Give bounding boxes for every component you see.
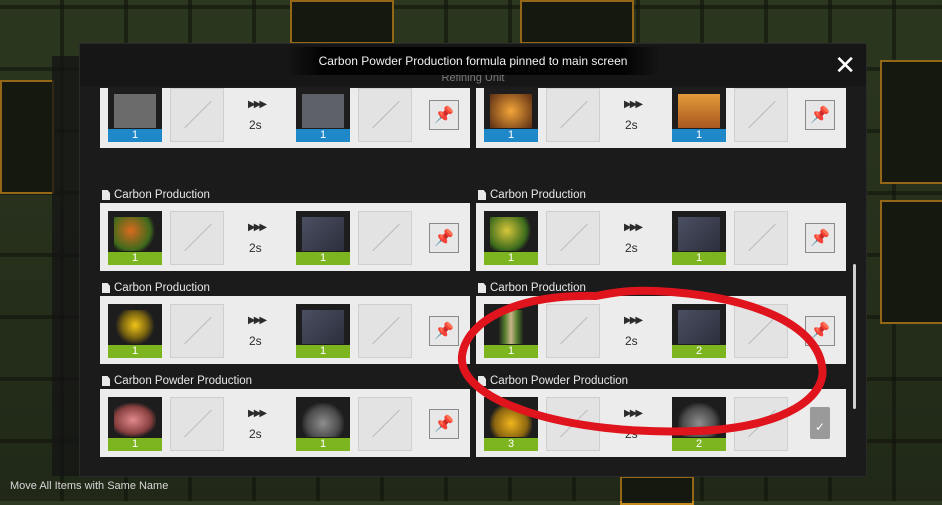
recipe-card[interactable]: 1 ▶▶▶ 2s 1 📌 <box>100 296 470 364</box>
recipe-card[interactable]: 1 ▶▶▶ 2s 1 📌 <box>100 88 470 148</box>
arrow-icon: ▶▶▶ <box>248 222 267 233</box>
recipe-header: Carbon Production <box>478 188 586 202</box>
carbon-cube-icon[interactable]: 1 <box>296 304 350 358</box>
production-time: 2s <box>625 118 638 132</box>
reed-plant-icon[interactable]: 1 <box>484 304 538 358</box>
empty-output-slot <box>358 304 412 358</box>
recipe-card[interactable]: 1 ▶▶▶ 2s 1 📌 <box>100 203 470 271</box>
recipe-card[interactable]: 3 ▶▶▶ 2s 2 <box>476 389 846 457</box>
empty-output-slot <box>734 88 788 142</box>
recipe-list: 1 ▶▶▶ 2s 1 📌 1 ▶▶▶ 2s 1 📌 Carbon Product… <box>100 88 855 458</box>
yellow-powder-icon[interactable]: 3 <box>484 397 538 451</box>
pinned-icon[interactable] <box>810 407 830 439</box>
empty-output-slot <box>734 397 788 451</box>
production-time: 2s <box>625 241 638 255</box>
empty-output-slot <box>734 304 788 358</box>
production-time: 2s <box>625 427 638 441</box>
pinned-notification-banner: Carbon Powder Production formula pinned … <box>286 47 660 75</box>
recipe-header: Carbon Powder Production <box>478 374 628 388</box>
recipe-card[interactable]: 1 ▶▶▶ 2s 1 📌 <box>476 203 846 271</box>
document-icon <box>102 376 110 386</box>
pin-icon[interactable]: 📌 <box>805 100 835 130</box>
recipe-header: Carbon Production <box>102 188 210 202</box>
arrow-icon: ▶▶▶ <box>624 315 643 326</box>
recipe-header: Carbon Production <box>102 281 210 295</box>
pin-icon[interactable]: 📌 <box>429 223 459 253</box>
document-icon <box>102 190 110 200</box>
grey-powder-icon[interactable]: 1 <box>296 397 350 451</box>
orange-ore-cube-icon[interactable]: 1 <box>672 88 726 142</box>
arrow-icon: ▶▶▶ <box>248 408 267 419</box>
production-time: 2s <box>249 241 262 255</box>
pin-icon[interactable]: 📌 <box>429 100 459 130</box>
pin-icon[interactable]: 📌 <box>805 223 835 253</box>
ore-chunk-icon[interactable]: 1 <box>296 88 350 142</box>
pin-icon[interactable]: 📌 <box>805 316 835 346</box>
arrow-icon: ▶▶▶ <box>248 99 267 110</box>
arrow-icon: ▶▶▶ <box>624 408 643 419</box>
berry-bush-icon[interactable]: 1 <box>108 211 162 265</box>
auto-production-panel: Auto Production formula Refining Unit Ca… <box>80 44 866 476</box>
recipe-header: Carbon Powder Production <box>102 374 252 388</box>
empty-input-slot <box>546 397 600 451</box>
recipe-card[interactable]: 1 ▶▶▶ 2s 1 📌 <box>100 389 470 457</box>
empty-input-slot <box>170 211 224 265</box>
empty-input-slot <box>170 304 224 358</box>
arrow-icon: ▶▶▶ <box>624 222 643 233</box>
pin-icon[interactable]: 📌 <box>429 409 459 439</box>
production-time: 2s <box>249 118 262 132</box>
panel-header: Auto Production formula Refining Unit Ca… <box>80 44 866 86</box>
empty-output-slot <box>734 211 788 265</box>
recipe-card[interactable]: 1 ▶▶▶ 2s 1 📌 <box>476 88 846 148</box>
yellow-flower-icon[interactable]: 1 <box>108 304 162 358</box>
carbon-cube-icon[interactable]: 2 <box>672 304 726 358</box>
production-time: 2s <box>249 427 262 441</box>
pink-creature-icon[interactable]: 1 <box>108 397 162 451</box>
carbon-cube-icon[interactable]: 1 <box>296 211 350 265</box>
document-icon <box>478 376 486 386</box>
empty-output-slot <box>358 88 412 142</box>
pin-icon[interactable]: 📌 <box>429 316 459 346</box>
grey-powder-icon[interactable]: 2 <box>672 397 726 451</box>
stone-block-icon[interactable]: 1 <box>108 88 162 142</box>
recipe-card[interactable]: 1 ▶▶▶ 2s 2 📌 <box>476 296 846 364</box>
close-icon[interactable]: ✕ <box>834 52 856 78</box>
footer-hint: Move All Items with Same Name <box>10 480 169 492</box>
document-icon <box>478 190 486 200</box>
empty-input-slot <box>546 304 600 358</box>
document-icon <box>102 283 110 293</box>
document-icon <box>478 283 486 293</box>
glowing-ore-icon[interactable]: 1 <box>484 88 538 142</box>
empty-input-slot <box>170 397 224 451</box>
scrollbar[interactable] <box>853 264 856 409</box>
yellow-bush-icon[interactable]: 1 <box>484 211 538 265</box>
production-time: 2s <box>625 334 638 348</box>
production-time: 2s <box>249 334 262 348</box>
empty-input-slot <box>170 88 224 142</box>
arrow-icon: ▶▶▶ <box>624 99 643 110</box>
empty-output-slot <box>358 211 412 265</box>
arrow-icon: ▶▶▶ <box>248 315 267 326</box>
carbon-cube-icon[interactable]: 1 <box>672 211 726 265</box>
empty-output-slot <box>358 397 412 451</box>
recipe-header: Carbon Production <box>478 281 586 295</box>
empty-input-slot <box>546 211 600 265</box>
empty-input-slot <box>546 88 600 142</box>
